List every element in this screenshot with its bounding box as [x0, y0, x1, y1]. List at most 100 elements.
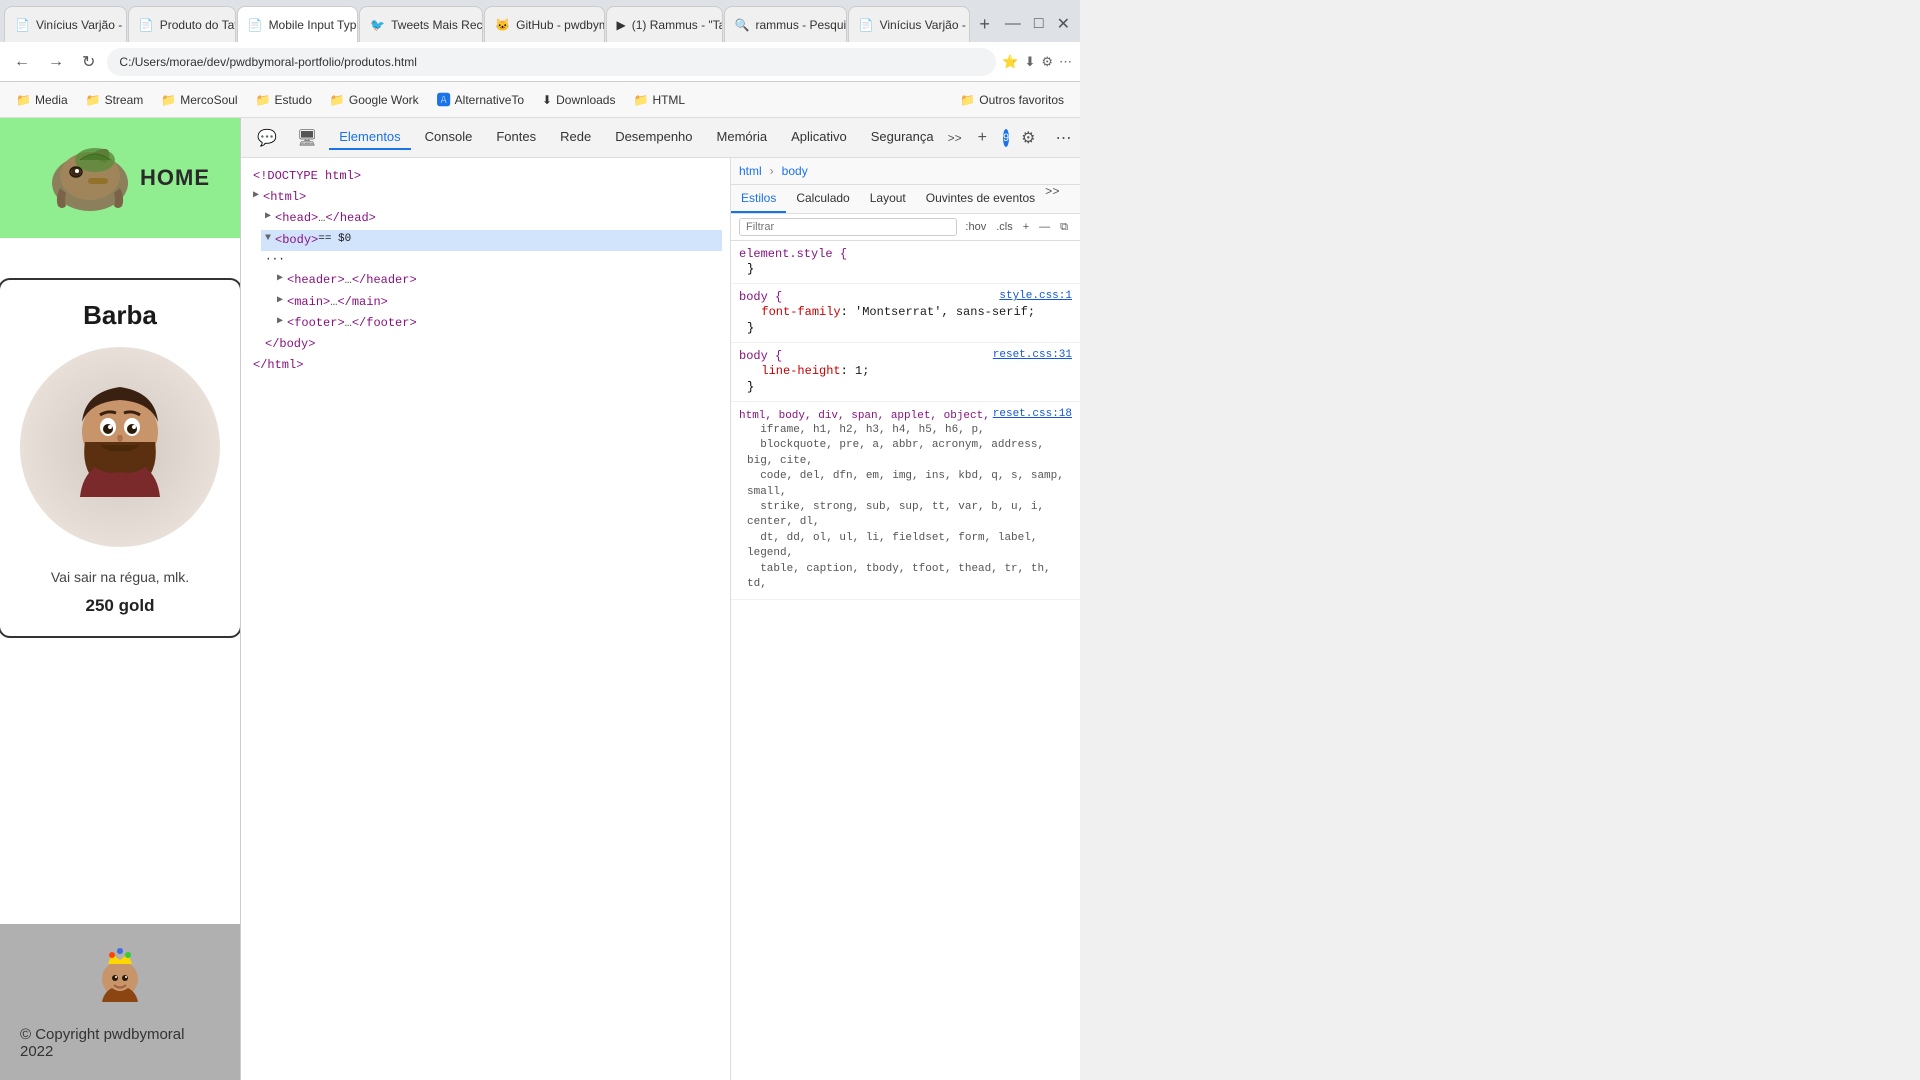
styles-filter-input[interactable] — [739, 218, 957, 236]
devtools-tab-memoria[interactable]: Memória — [707, 125, 778, 150]
tab-1-title: Vinícius Varjão - p... — [36, 18, 127, 32]
new-tab-button[interactable]: + — [971, 10, 998, 39]
bookmark-media-icon: 📁 — [16, 93, 31, 107]
selector-body[interactable]: body — [782, 164, 808, 178]
product-price-barba: 250 gold — [86, 596, 155, 616]
styles-more-tabs[interactable]: >> — [1045, 185, 1059, 213]
extensions-icon: ⭐ — [1002, 54, 1018, 70]
nav-home[interactable]: HOME — [140, 165, 210, 191]
reload-button[interactable]: ↻ — [76, 48, 101, 76]
rule-closing-body-lh: } — [739, 379, 1072, 395]
devtools-settings-btn[interactable]: ⚙ — [1013, 124, 1043, 152]
menu-icon: ⋯ — [1059, 54, 1072, 70]
bookmark-downloads[interactable]: ⬇ Downloads — [534, 89, 623, 111]
arrow-icon: ▼ — [265, 231, 271, 247]
html-line-head[interactable]: ▶ <head> … </head> — [261, 208, 722, 229]
tab-4[interactable]: 🐦 Tweets Mais Rece... ✕ — [359, 6, 483, 42]
devtools-inspect-btn[interactable]: 💬 — [249, 124, 285, 152]
tab-7[interactable]: 🔍 rammus - Pesquis... ✕ — [724, 6, 847, 42]
bookmark-estudo[interactable]: 📁 Estudo — [248, 89, 320, 111]
forward-button[interactable]: → — [42, 49, 70, 75]
bookmark-outros[interactable]: 📁 Outros favoritos — [952, 89, 1072, 111]
devtools-device-btn[interactable]: 🖥 — [289, 124, 325, 152]
tab-2-title: Produto do Tatu — [160, 18, 236, 32]
selector-bar: html › body — [731, 158, 1080, 185]
bookmark-stream[interactable]: 📁 Stream — [78, 89, 152, 111]
devtools-tab-fontes[interactable]: Fontes — [486, 125, 546, 150]
html-line-body-close[interactable]: </body> — [261, 334, 722, 355]
devtools-tab-desempenho[interactable]: Desempenho — [605, 125, 702, 150]
back-button[interactable]: ← — [8, 49, 36, 75]
bookmark-media[interactable]: 📁 Media — [8, 89, 76, 111]
bookmark-downloads-icon: ⬇ — [542, 93, 552, 107]
bookmark-alternativeto[interactable]: 🅰 AlternativeTo — [429, 86, 532, 114]
product-card-barba: Barba — [0, 278, 240, 638]
rule-source-link-reset18[interactable]: reset.css:18 — [993, 408, 1072, 420]
tab-5[interactable]: 🐱 GitHub - pwdbym... ✕ — [484, 6, 604, 42]
html-line-doctype[interactable]: <!DOCTYPE html> — [249, 166, 722, 187]
devtools-tab-seguranca[interactable]: Segurança — [861, 125, 944, 150]
rule-source-link-reset[interactable]: reset.css:31 — [993, 349, 1072, 361]
arrow-icon: ▶ — [265, 209, 271, 225]
hover-filter-btn[interactable]: :hov — [961, 219, 990, 236]
styles-tabs: Estilos Calculado Layout Ouvintes de eve… — [731, 185, 1080, 214]
bookmark-outros-icon: 📁 — [960, 93, 975, 107]
browser-window: 📄 Vinícius Varjão - p... ✕ 📄 Produto do … — [0, 0, 1080, 1080]
bookmark-mercosoul-label: MercoSoul — [180, 93, 237, 107]
devtools-dots-btn[interactable]: ⋯ — [1047, 124, 1079, 152]
html-line-body[interactable]: ▼ <body> == $0 — [261, 230, 722, 251]
tab-3[interactable]: 📄 Mobile Input Type... ✕ — [237, 6, 359, 42]
tab-8[interactable]: 📄 Vinícius Varjão - p... ✕ — [848, 6, 971, 42]
remove-style-btn[interactable]: — — [1035, 219, 1054, 236]
arrow-icon: ▶ — [253, 188, 259, 204]
styles-tab-estilos[interactable]: Estilos — [731, 185, 786, 213]
devtools-body: <!DOCTYPE html> ▶ <html> ▶ <head> … </he… — [241, 158, 1080, 1080]
tab-1[interactable]: 📄 Vinícius Varjão - p... ✕ — [4, 6, 127, 42]
add-style-btn[interactable]: + — [1019, 219, 1033, 236]
devtools-tab-aplicativo[interactable]: Aplicativo — [781, 125, 857, 150]
bookmark-html-icon: 📁 — [633, 93, 648, 107]
html-line-main[interactable]: ▶ <main> … </main> — [273, 292, 722, 313]
html-line-html-close[interactable]: </html> — [249, 355, 722, 376]
styles-tab-ouvintes[interactable]: Ouvintes de eventos — [916, 185, 1045, 213]
styles-tab-calculado[interactable]: Calculado — [786, 185, 859, 213]
devtools-tab-console[interactable]: Console — [415, 125, 483, 150]
tab-8-title: Vinícius Varjão - p... — [880, 18, 971, 32]
bookmark-alternativeto-icon: 🅰 — [437, 90, 451, 110]
footer-copyright: © Copyright pwdbymoral 2022 — [20, 1026, 220, 1060]
logo-image — [40, 138, 140, 218]
tab-6[interactable]: ▶ (1) Rammus - "Ta... ✕ — [606, 6, 723, 42]
style-rule-reset-big: html, body, div, span, applet, object, r… — [731, 402, 1080, 600]
devtools-tab-rede[interactable]: Rede — [550, 125, 601, 150]
settings-icon: ⚙ — [1041, 54, 1053, 70]
style-rule-body-lh: body { reset.css:31 line-height: 1; } — [731, 343, 1080, 402]
devtools-add-btn[interactable]: + — [970, 125, 995, 151]
page-footer: © Copyright pwdbymoral 2022 — [0, 924, 240, 1080]
bookmarks-bar: 📁 Media 📁 Stream 📁 MercoSoul 📁 Estudo 📁 … — [0, 82, 1080, 118]
html-line-header[interactable]: ▶ <header> … </header> — [273, 270, 722, 291]
arrow-icon: ▶ — [277, 271, 283, 287]
close-window-button[interactable]: ✕ — [1051, 10, 1076, 38]
selector-html[interactable]: html — [739, 164, 762, 178]
download-icon: ⬇ — [1024, 54, 1035, 70]
copy-style-btn[interactable]: ⧉ — [1056, 219, 1072, 236]
bookmark-mercosoul[interactable]: 📁 MercoSoul — [153, 89, 245, 111]
minimize-button[interactable]: — — [999, 11, 1027, 37]
rule-prop-lh: line-height: 1; — [739, 363, 1072, 379]
maximize-button[interactable]: □ — [1028, 11, 1050, 37]
rule-prop-font: font-family: 'Montserrat', sans-serif; — [739, 304, 1072, 320]
devtools-tab-elementos[interactable]: Elementos — [329, 125, 410, 150]
tab-3-favicon: 📄 — [248, 18, 263, 32]
address-input[interactable] — [107, 48, 996, 76]
devtools-more-tabs[interactable]: >> — [948, 131, 962, 145]
page-header: HOME PRODUTOS CONTATO — [0, 118, 240, 238]
html-line-footer[interactable]: ▶ <footer> … </footer> — [273, 313, 722, 334]
tab-2[interactable]: 📄 Produto do Tatu ✕ — [128, 6, 236, 42]
styles-tab-layout[interactable]: Layout — [860, 185, 916, 213]
bookmark-googlework[interactable]: 📁 Google Work — [322, 89, 427, 111]
tab-4-title: Tweets Mais Rece... — [391, 18, 483, 32]
rule-source-link[interactable]: style.css:1 — [999, 290, 1072, 302]
html-line-html[interactable]: ▶ <html> — [249, 187, 722, 208]
bookmark-html[interactable]: 📁 HTML — [625, 89, 693, 111]
class-filter-btn[interactable]: .cls — [992, 219, 1017, 236]
